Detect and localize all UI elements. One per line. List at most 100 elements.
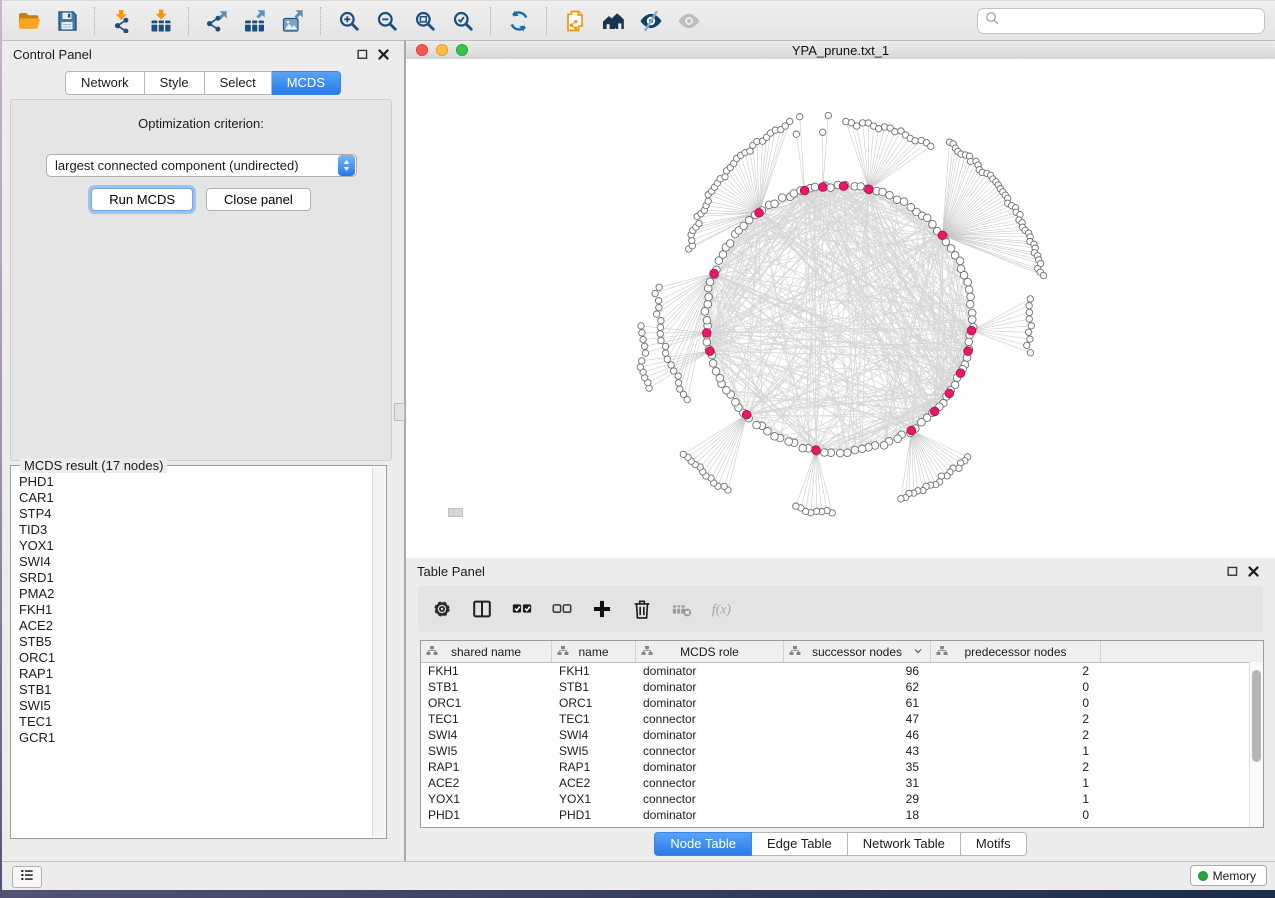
zoom-fit-icon[interactable] (412, 8, 438, 34)
column-header-successor-nodes[interactable]: successor nodes (784, 641, 931, 662)
table-mode-icon[interactable] (430, 597, 454, 621)
network-node[interactable] (705, 293, 713, 301)
network-node[interactable] (844, 449, 852, 457)
network-node[interactable] (642, 350, 648, 356)
run-mcds-button[interactable]: Run MCDS (91, 188, 193, 211)
network-node[interactable] (703, 317, 711, 325)
network-node[interactable] (638, 323, 644, 329)
memory-button[interactable]: Memory (1190, 865, 1267, 886)
export-image-icon[interactable] (280, 8, 306, 34)
network-node[interactable] (929, 220, 937, 228)
network-node[interactable] (1028, 323, 1034, 329)
network-node[interactable] (1027, 296, 1033, 302)
mcds-result-item[interactable]: ACE2 (19, 618, 373, 634)
network-node[interactable] (1026, 303, 1032, 309)
network-node[interactable] (1025, 329, 1031, 335)
network-node[interactable] (712, 368, 720, 376)
export-table-icon[interactable] (242, 8, 268, 34)
network-node[interactable] (658, 337, 664, 343)
zoom-in-icon[interactable] (336, 8, 362, 34)
network-node[interactable] (641, 343, 647, 349)
mcds-result-scrollbar[interactable] (372, 467, 385, 837)
horizontal-splitter-handle[interactable] (448, 508, 463, 517)
add-column-icon[interactable] (590, 597, 614, 621)
mcds-node[interactable] (967, 326, 976, 335)
network-node[interactable] (701, 308, 709, 316)
mcds-node[interactable] (702, 329, 711, 338)
tab-edge-table[interactable]: Edge Table (752, 832, 848, 856)
float-panel-icon[interactable] (355, 47, 370, 62)
network-node[interactable] (637, 364, 643, 370)
network-node[interactable] (719, 251, 727, 259)
network-node[interactable] (858, 445, 866, 453)
tab-node-table[interactable]: Node Table (654, 832, 752, 856)
network-node[interactable] (793, 503, 799, 509)
mcds-node[interactable] (819, 183, 828, 192)
mcds-result-item[interactable]: SWI5 (19, 698, 373, 714)
deselect-all-icon[interactable] (550, 597, 574, 621)
network-node[interactable] (753, 421, 761, 429)
import-table-icon[interactable] (148, 8, 174, 34)
mcds-result-item[interactable]: CAR1 (19, 490, 373, 506)
tab-mcds[interactable]: MCDS (272, 71, 341, 95)
table-scrollbar[interactable] (1249, 662, 1263, 827)
network-node[interactable] (640, 336, 646, 342)
network-node[interactable] (956, 465, 962, 471)
network-node[interactable] (657, 331, 663, 337)
network-node[interactable] (964, 278, 972, 286)
network-node[interactable] (675, 380, 681, 386)
mcds-node[interactable] (839, 182, 848, 191)
network-node[interactable] (965, 286, 973, 294)
mcds-node[interactable] (907, 426, 916, 435)
mcds-result-item[interactable]: ORC1 (19, 650, 373, 666)
float-table-panel-icon[interactable] (1225, 564, 1240, 579)
network-node[interactable] (797, 114, 803, 120)
table-row[interactable]: SWI5SWI5connector431 (421, 743, 1263, 759)
search-box[interactable] (977, 8, 1265, 34)
network-node[interactable] (923, 214, 931, 222)
mcds-result-item[interactable]: PHD1 (19, 474, 373, 490)
network-node[interactable] (655, 298, 661, 304)
network-node[interactable] (821, 449, 829, 457)
tab-network[interactable]: Network (65, 71, 145, 95)
search-input[interactable] (1001, 13, 1264, 30)
network-node[interactable] (785, 438, 793, 446)
network-node[interactable] (706, 278, 714, 286)
mcds-node[interactable] (964, 347, 973, 356)
mcds-result-item[interactable]: RAP1 (19, 666, 373, 682)
table-row[interactable]: PHD1PHD1dominator180 (421, 807, 1263, 823)
network-node[interactable] (732, 398, 740, 406)
mcds-node[interactable] (710, 269, 719, 278)
table-row[interactable]: STB1STB1dominator620 (421, 679, 1263, 695)
import-network-icon[interactable] (110, 8, 136, 34)
network-node[interactable] (726, 240, 734, 248)
refresh-layout-icon[interactable] (506, 8, 532, 34)
close-table-panel-icon[interactable] (1246, 564, 1261, 579)
delete-column-icon[interactable] (630, 597, 654, 621)
network-node[interactable] (968, 316, 976, 324)
network-node[interactable] (778, 194, 786, 202)
network-node[interactable] (671, 368, 677, 374)
network-node[interactable] (900, 198, 908, 206)
mcds-node[interactable] (755, 209, 764, 218)
network-node[interactable] (664, 356, 670, 362)
network-node[interactable] (709, 360, 717, 368)
task-history-button[interactable] (12, 866, 42, 888)
column-header-shared-name[interactable]: shared name (421, 641, 552, 662)
network-node[interactable] (652, 290, 658, 296)
network-node[interactable] (771, 433, 779, 441)
network-node[interactable] (898, 496, 904, 502)
optimization-criterion-select[interactable]: largest connected component (undirected) (46, 154, 357, 177)
network-node[interactable] (827, 184, 835, 192)
network-node[interactable] (704, 301, 712, 309)
network-node[interactable] (723, 386, 731, 394)
tab-motifs[interactable]: Motifs (961, 832, 1027, 856)
close-panel-button[interactable]: Close panel (206, 188, 311, 211)
network-node[interactable] (1027, 336, 1033, 342)
network-node[interactable] (658, 318, 664, 324)
network-node[interactable] (886, 191, 894, 199)
vertical-splitter-handle[interactable] (394, 403, 405, 421)
mcds-result-item[interactable]: STB1 (19, 682, 373, 698)
network-node[interactable] (879, 188, 887, 196)
mcds-result-item[interactable]: GCR1 (19, 730, 373, 746)
